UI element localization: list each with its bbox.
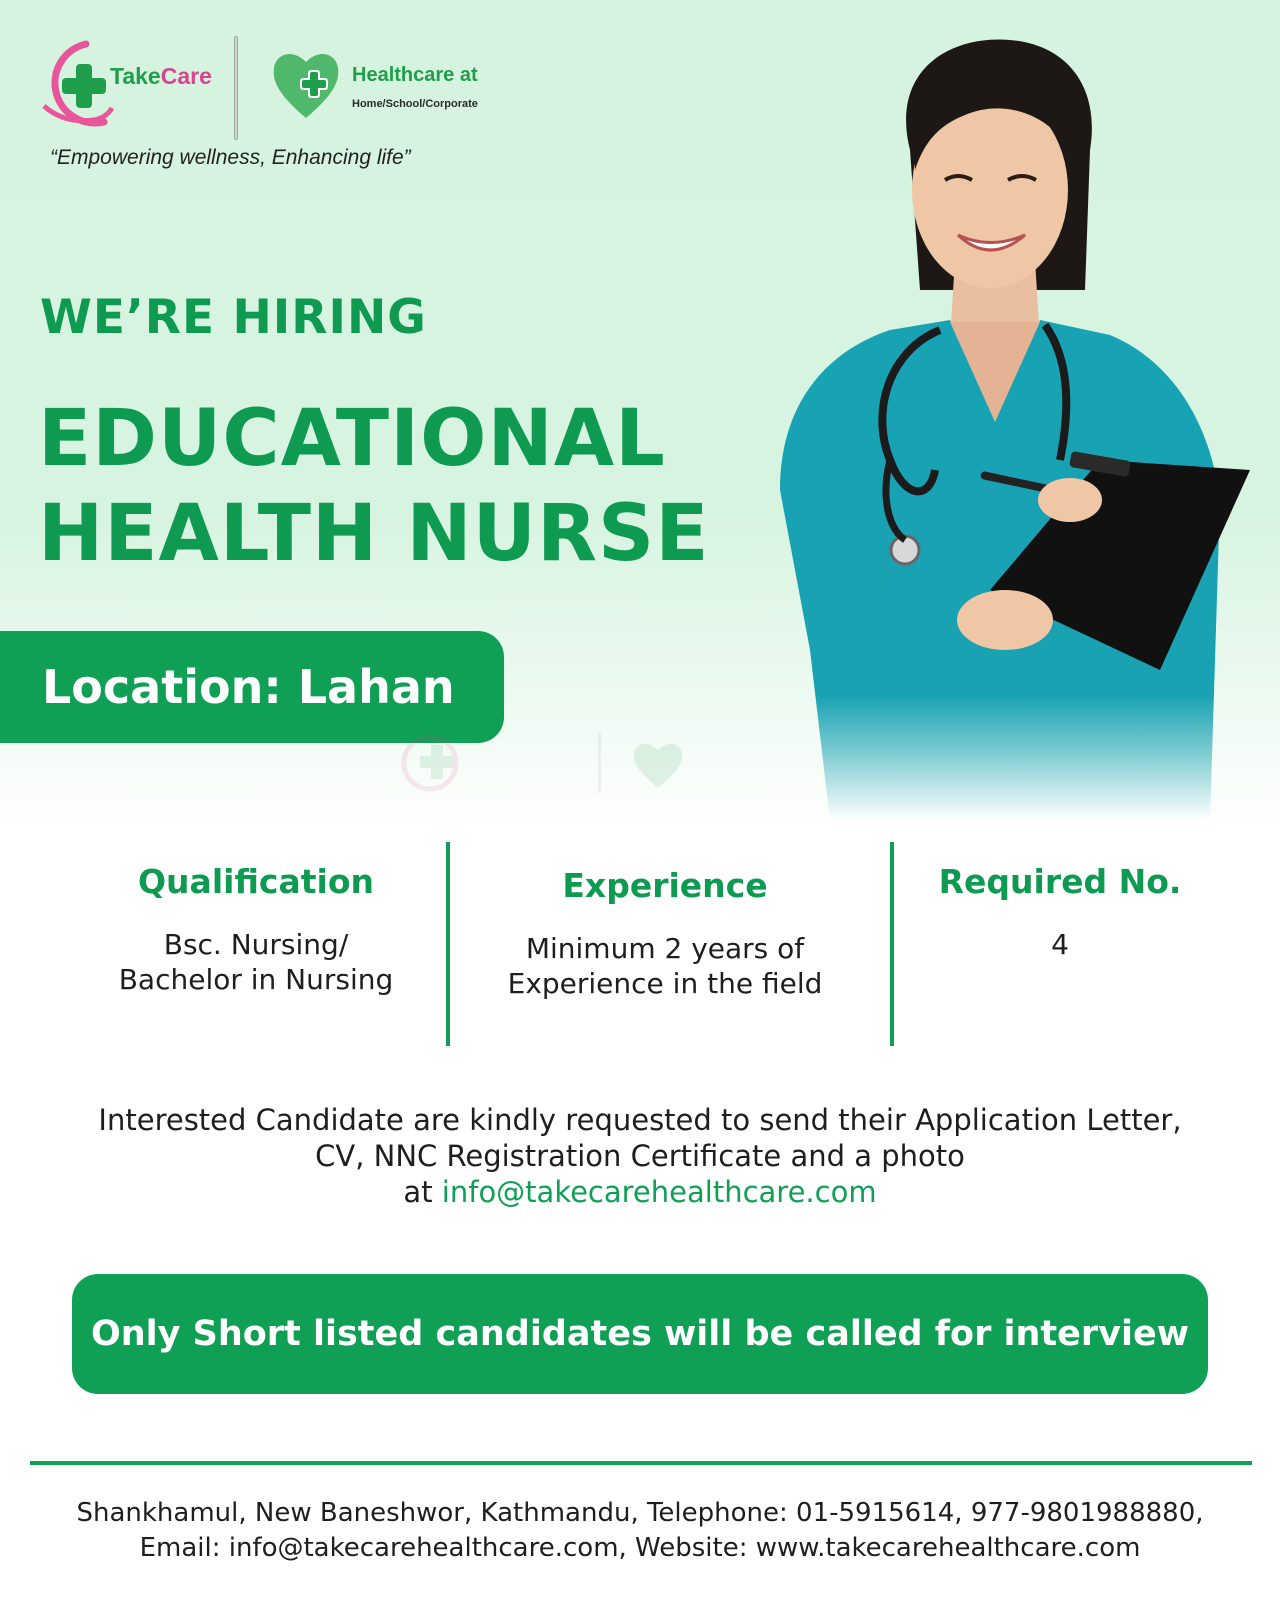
qualification-line1: Bsc. Nursing/ — [163, 928, 349, 961]
tagline: “Empowering wellness, Enhancing life” — [50, 146, 411, 169]
column-divider-2 — [890, 842, 894, 1046]
shortlist-notice-banner: Only Short listed candidates will be cal… — [72, 1274, 1208, 1394]
column-divider-1 — [446, 842, 450, 1046]
application-instructions: Interested Candidate are kindly requeste… — [0, 1102, 1280, 1210]
experience-line2: Experience in the field — [507, 967, 823, 1000]
required-column: Required No. 4 — [900, 838, 1220, 1048]
qualification-heading: Qualification — [138, 862, 374, 901]
qualification-line2: Bachelor in Nursing — [118, 963, 394, 996]
qualification-value: Bsc. Nursing/ Bachelor in Nursing — [76, 927, 436, 997]
job-title: EDUCATIONAL HEALTH NURSE — [38, 392, 710, 582]
apply-at: at — [403, 1175, 433, 1209]
apply-line3: at info@takecarehealthcare.com — [0, 1174, 1280, 1210]
location-badge: Location: Lahan — [0, 631, 504, 743]
required-heading: Required No. — [938, 862, 1182, 901]
healthcare-heart-logo-icon — [273, 54, 339, 118]
apply-line2: CV, NNC Registration Certificate and a p… — [315, 1139, 965, 1173]
required-value: 4 — [900, 927, 1220, 962]
required-count: 4 — [1051, 928, 1069, 961]
footer-contact-line: Email: info@takecarehealthcare.com, Webs… — [139, 1533, 1141, 1563]
apply-line1: Interested Candidate are kindly requeste… — [98, 1103, 1182, 1137]
footer-divider — [30, 1461, 1252, 1465]
experience-heading: Experience — [562, 866, 768, 905]
footer-address-line: Shankhamul, New Baneshwor, Kathmandu, Te… — [76, 1498, 1204, 1528]
apply-email-link[interactable]: info@takecarehealthcare.com — [442, 1175, 877, 1209]
takecare-wordmark: TakeCare — [110, 63, 212, 89]
hiring-heading: WE’RE HIRING — [40, 290, 427, 345]
healthcare-subtitle: Home/School/Corporate — [352, 98, 478, 110]
watermark-logo-icon — [401, 733, 683, 793]
location-label: Location: Lahan — [42, 660, 455, 714]
job-details: Qualification Bsc. Nursing/ Bachelor in … — [0, 838, 1280, 1048]
healthcare-title: Healthcare at — [352, 64, 478, 86]
qualification-column: Qualification Bsc. Nursing/ Bachelor in … — [76, 838, 436, 1048]
logo-divider — [234, 36, 238, 140]
shortlist-notice-text: Only Short listed candidates will be cal… — [90, 1314, 1190, 1354]
experience-line1: Minimum 2 years of — [525, 932, 805, 965]
job-title-line2: HEALTH NURSE — [38, 489, 710, 579]
footer-contact: Shankhamul, New Baneshwor, Kathmandu, Te… — [0, 1496, 1280, 1566]
experience-value: Minimum 2 years of Experience in the fie… — [470, 931, 860, 1001]
experience-column: Experience Minimum 2 years of Experience… — [470, 838, 860, 1048]
job-title-line1: EDUCATIONAL — [38, 394, 666, 484]
nurse-illustration — [780, 39, 1250, 820]
